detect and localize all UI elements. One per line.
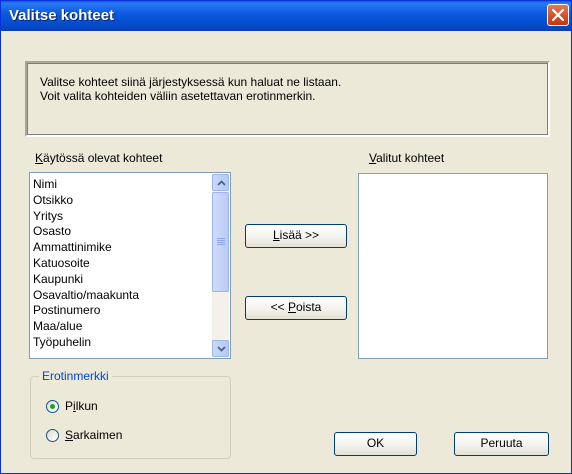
comma-radio[interactable] [46, 400, 59, 413]
list-item[interactable]: Osasto [33, 224, 139, 240]
list-item[interactable]: Maa/alue [33, 319, 139, 335]
tab-radio[interactable] [46, 429, 59, 442]
chevron-up-icon [217, 180, 226, 186]
list-item[interactable]: Nimi [33, 177, 139, 193]
available-fields-items: Nimi Otsikko Yritys Osasto Ammattinimike… [33, 177, 139, 351]
vertical-scrollbar[interactable] [212, 174, 229, 357]
list-item[interactable]: Ammattinimike [33, 240, 139, 256]
scroll-down-button[interactable] [212, 340, 229, 357]
scroll-thumb[interactable] [212, 192, 229, 292]
list-item[interactable]: Otsikko [33, 193, 139, 209]
ok-button[interactable]: OK [334, 432, 417, 456]
selected-fields-label: Valitut kohteet [369, 151, 445, 165]
separator-legend: Erotinmerkki [39, 369, 112, 383]
close-button[interactable] [547, 4, 569, 26]
title-bar[interactable]: Valitse kohteet [1, 1, 571, 31]
selected-fields-list[interactable] [358, 173, 548, 359]
list-item[interactable]: Osavaltio/maakunta [33, 288, 139, 304]
instructions-panel: Valitse kohteet siinä järjestyksessä kun… [25, 61, 550, 137]
list-item[interactable]: Postinumero [33, 303, 139, 319]
separator-groupbox [30, 376, 231, 459]
chevron-down-icon [217, 346, 226, 352]
list-item[interactable]: Katuosoite [33, 256, 139, 272]
window-title: Valitse kohteet [9, 7, 115, 24]
instructions-line-1: Valitse kohteet siinä järjestyksessä kun… [40, 75, 342, 89]
list-item[interactable]: Kaupunki [33, 272, 139, 288]
radio-selected-dot [50, 404, 55, 409]
dialog-window: Valitse kohteet Valitse kohteet siinä jä… [0, 0, 572, 474]
instructions-text: Valitse kohteet siinä järjestyksessä kun… [40, 75, 341, 103]
remove-button[interactable]: << Poista [245, 296, 347, 320]
comma-radio-label[interactable]: Pilkun [65, 399, 98, 413]
scroll-up-button[interactable] [212, 174, 229, 191]
cancel-button[interactable]: Peruuta [454, 432, 549, 456]
available-fields-label: Käytössä olevat kohteet [35, 151, 163, 165]
instructions-line-2: Voit valita kohteiden väliin asetettavan… [40, 89, 316, 103]
close-icon [552, 9, 564, 21]
available-fields-list[interactable]: Nimi Otsikko Yritys Osasto Ammattinimike… [29, 172, 231, 359]
list-item[interactable]: Yritys [33, 209, 139, 225]
add-button[interactable]: Lisää >> [245, 224, 347, 248]
list-item[interactable]: Työpuhelin [33, 335, 139, 351]
tab-radio-label[interactable]: Sarkaimen [65, 428, 122, 442]
